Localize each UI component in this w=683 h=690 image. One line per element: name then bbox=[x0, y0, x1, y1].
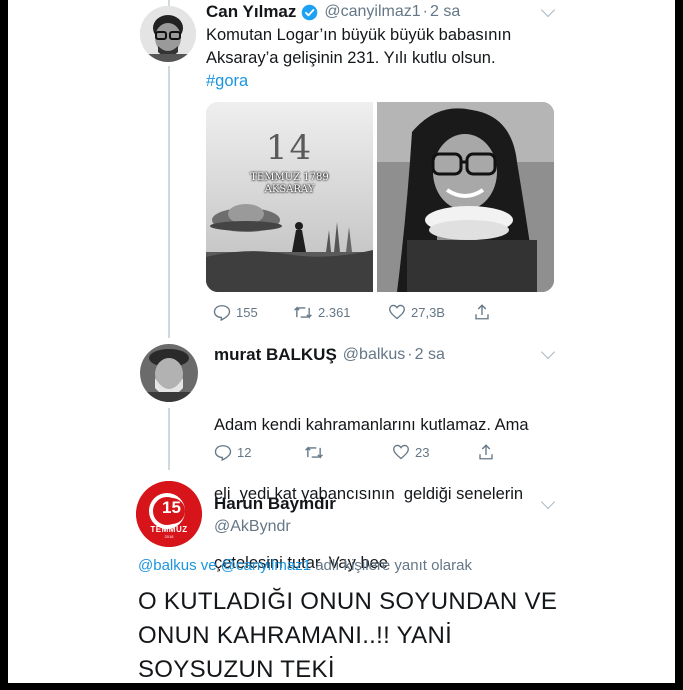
tweet2-dot: · bbox=[407, 346, 413, 363]
tweet3-text-line1: O KUTLADIĞI ONUN SOYUNDAN VE bbox=[138, 588, 558, 615]
tweet2-retweet-button[interactable] bbox=[304, 445, 392, 460]
tweet3-header: Harun Bayındır @AkByndr bbox=[214, 494, 336, 536]
reply-context: @balkus ve @canyilmaz1 adlı kişilere yan… bbox=[138, 557, 472, 574]
retweet-icon bbox=[304, 445, 324, 460]
tweet2-handle[interactable]: @balkus bbox=[343, 346, 406, 364]
retweet-icon bbox=[293, 305, 313, 320]
tweet2-reply-count: 12 bbox=[237, 444, 252, 460]
avatar-badge-year: 2016 bbox=[164, 534, 174, 539]
tweet1-text: Komutan Logar’ın büyük büyük babasının A… bbox=[206, 24, 626, 93]
reply-suffix: adlı kişilere yanıt olarak bbox=[315, 557, 472, 574]
tweet1-handle[interactable]: @canyilmaz1 bbox=[324, 3, 420, 21]
tweet1-image-left[interactable]: 14 TEMMUZ 1789 AKSARAY bbox=[206, 102, 373, 292]
tweet3-display-name[interactable]: Harun Bayındır bbox=[214, 494, 336, 514]
heart-icon bbox=[388, 304, 406, 320]
tweet2-reply-button[interactable]: 12 bbox=[214, 444, 304, 461]
verified-badge-icon bbox=[301, 4, 318, 21]
share-icon bbox=[473, 303, 491, 321]
thread-line-2 bbox=[168, 66, 170, 338]
tweet1-actions: 155 2.361 27,3B bbox=[213, 303, 513, 321]
tweet1-dot: · bbox=[422, 3, 428, 20]
thread-line-3 bbox=[168, 408, 170, 470]
tweet1-share-button[interactable] bbox=[473, 303, 491, 321]
tweet3-handle[interactable]: @AkByndr bbox=[214, 518, 336, 536]
tweet2-like-button[interactable]: 23 bbox=[392, 444, 477, 460]
tweet1-like-count: 27,3B bbox=[411, 304, 445, 320]
tweet1-time[interactable]: 2 sa bbox=[430, 3, 460, 21]
image-left-number: 14 bbox=[265, 128, 314, 168]
tweet1-image-right[interactable] bbox=[377, 102, 554, 292]
tweet1-like-button[interactable]: 27,3B bbox=[388, 304, 473, 320]
chevron-down-icon[interactable] bbox=[540, 344, 556, 360]
avatar-can-yilmaz[interactable] bbox=[140, 6, 196, 62]
tweet2-display-name[interactable]: murat BALKUŞ bbox=[214, 345, 337, 365]
tweet1-reply-button[interactable]: 155 bbox=[213, 304, 293, 321]
tweet3-text-line2: ONUN KAHRAMANI..!! YANİ bbox=[138, 622, 453, 649]
reply-mention-canyilmaz[interactable]: @canyilmaz1 bbox=[221, 557, 311, 574]
tweet3-text: O KUTLADIĞI ONUN SOYUNDAN VE ONUN KAHRAM… bbox=[138, 585, 658, 683]
tweet2-time[interactable]: 2 sa bbox=[415, 346, 445, 364]
tweet3-text-line3: SOYSUZUN TEKİ bbox=[138, 656, 335, 683]
reply-mention-balkus[interactable]: @balkus bbox=[138, 557, 197, 574]
avatar-murat-balkus[interactable] bbox=[140, 344, 198, 402]
tweet1-hashtag[interactable]: #gora bbox=[206, 70, 626, 93]
chevron-down-icon[interactable] bbox=[540, 2, 556, 18]
tweet1-text-line1: Komutan Logar’ın büyük büyük babasının bbox=[206, 26, 512, 44]
tweet2-like-count: 23 bbox=[415, 444, 430, 460]
tweet2-share-button[interactable] bbox=[477, 443, 495, 461]
image-left-caption-line2: AKSARAY bbox=[264, 184, 315, 195]
tweet1-retweet-count: 2.361 bbox=[318, 304, 351, 320]
tweet-thread-screenshot: Can Yılmaz @canyilmaz1 · 2 sa Komutan Lo… bbox=[8, 0, 675, 683]
reply-and: ve bbox=[200, 557, 217, 574]
tweet1-retweet-button[interactable]: 2.361 bbox=[293, 305, 388, 320]
tweet1-display-name[interactable]: Can Yılmaz bbox=[206, 2, 296, 22]
avatar-badge-number: 15 bbox=[162, 498, 181, 517]
tweet2-header: murat BALKUŞ @balkus · 2 sa bbox=[214, 345, 445, 365]
tweet1-reply-count: 155 bbox=[236, 304, 258, 320]
share-icon bbox=[477, 443, 495, 461]
tweet1-text-line2: Aksaray’a gelişinin 231. Yılı kutlu olsu… bbox=[206, 49, 496, 67]
tweet2-text-line1: Adam kendi kahramanlarını kutlamaz. Ama bbox=[214, 416, 529, 434]
heart-icon bbox=[392, 444, 410, 460]
image-left-caption-line1: TEMMUZ 1789 bbox=[250, 172, 329, 183]
reply-icon bbox=[214, 444, 232, 461]
tweet2-actions: 12 23 bbox=[214, 443, 514, 461]
avatar-harun-bayindir[interactable]: 15 TEMMUZ 2016 bbox=[136, 481, 202, 547]
avatar-badge-text: TEMMUZ bbox=[150, 525, 188, 534]
reply-icon bbox=[213, 304, 231, 321]
tweet1-header: Can Yılmaz @canyilmaz1 · 2 sa bbox=[206, 2, 460, 22]
